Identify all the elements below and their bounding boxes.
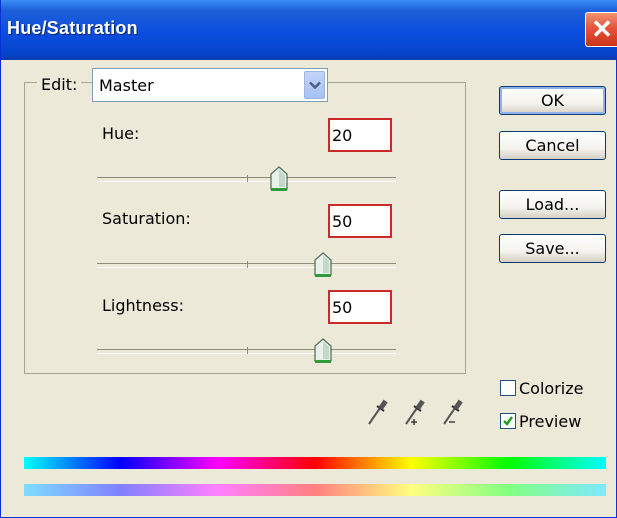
dialog-title: Hue/Saturation [7,18,138,38]
lightness-label: Lightness: [102,296,184,315]
lightness-slider-thumb[interactable] [313,338,333,364]
dropdown-button[interactable] [304,71,325,99]
hue-slider-thumb[interactable] [269,166,289,192]
preview-checkbox[interactable] [500,413,516,429]
colorize-checkbox[interactable] [500,380,516,396]
saturation-slider-thumb[interactable] [313,252,333,278]
saturation-slider-center-tick [247,261,248,268]
chevron-down-icon [309,81,321,90]
saturation-label: Saturation: [102,209,191,228]
saturation-input[interactable] [332,210,386,232]
hue-label: Hue: [102,124,140,143]
eyedropper-plus-icon[interactable] [403,397,425,427]
close-icon: ✕ [591,14,613,44]
load-button[interactable]: Load... [499,190,606,219]
lightness-value-box[interactable] [328,290,392,324]
ok-button[interactable]: OK [499,86,606,115]
input-color-spectrum-bar [24,457,606,469]
lightness-input[interactable] [332,296,386,318]
edit-channel-select[interactable]: Master [92,68,328,102]
eyedropper-minus-icon[interactable] [441,397,463,427]
lightness-slider-center-tick [247,347,248,354]
save-button[interactable]: Save... [499,234,606,263]
edit-label: Edit: [37,75,82,94]
preview-label[interactable]: Preview [519,412,581,431]
checkmark-icon [503,416,514,426]
hue-value-box[interactable] [328,118,392,152]
hue-input[interactable] [332,124,386,146]
hue-saturation-dialog: Hue/Saturation ✕ Edit: Master Hue: Satur… [0,0,617,518]
edit-channel-value: Master [99,76,154,95]
adjustment-group [24,82,466,374]
colorize-label[interactable]: Colorize [519,379,583,398]
eyedropper-icon[interactable] [366,397,388,427]
cancel-button[interactable]: Cancel [499,131,606,160]
saturation-value-box[interactable] [328,204,392,238]
hue-slider-center-tick [247,175,248,182]
title-bar[interactable]: Hue/Saturation ✕ [1,0,617,60]
close-button[interactable]: ✕ [585,12,617,47]
output-color-spectrum-bar [24,484,606,496]
